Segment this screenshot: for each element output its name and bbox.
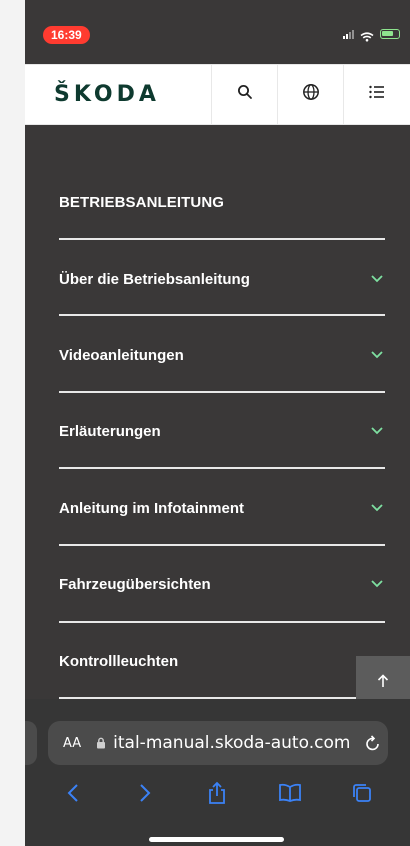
- back-button[interactable]: [53, 775, 93, 815]
- status-bar: 16:39: [25, 0, 410, 64]
- arrow-up-icon: [377, 673, 389, 693]
- menu-item-label: Fahrzeugübersichten: [59, 575, 211, 593]
- menu-item-label: Videoanleitungen: [59, 346, 184, 364]
- skoda-logo[interactable]: ŠKODA: [25, 65, 211, 124]
- url-text: ital-manual.skoda-auto.com: [113, 733, 351, 753]
- tabs-icon: [351, 782, 373, 809]
- previous-tab-edge[interactable]: [25, 721, 37, 765]
- menu-item-label: Anleitung im Infotainment: [59, 499, 244, 517]
- book-icon: [278, 783, 302, 808]
- divider: [59, 467, 385, 469]
- chevron-right-icon: [139, 783, 151, 808]
- search-button[interactable]: [211, 65, 277, 124]
- tabs-button[interactable]: [342, 775, 382, 815]
- menu-button[interactable]: [343, 65, 410, 124]
- search-icon: [237, 84, 253, 105]
- share-button[interactable]: [197, 775, 237, 815]
- chevron-down-icon: [369, 423, 385, 439]
- divider: [59, 621, 385, 623]
- menu-item-kontrollleuchten[interactable]: Kontrollleuchten: [59, 635, 385, 687]
- menu-item-ueber-die-betriebsanleitung[interactable]: Über die Betriebsanleitung: [59, 253, 385, 305]
- lock-icon: [95, 737, 107, 749]
- status-time: 16:39: [43, 26, 90, 44]
- home-indicator[interactable]: [149, 837, 284, 842]
- divider: [59, 544, 385, 546]
- menu-item-fahrzeuguebersichten[interactable]: Fahrzeugübersichten: [59, 558, 385, 610]
- menu-item-erlaeuterungen[interactable]: Erläuterungen: [59, 405, 385, 457]
- wifi-icon: [360, 29, 374, 42]
- menu-item-label: Kontrollleuchten: [59, 652, 179, 670]
- share-icon: [207, 781, 227, 810]
- language-button[interactable]: [277, 65, 343, 124]
- globe-icon: [302, 83, 320, 106]
- chevron-left-icon: [67, 783, 79, 808]
- chevron-down-icon: [369, 271, 385, 287]
- menu-item-label: Über die Betriebsanleitung: [59, 270, 250, 288]
- battery-icon: [380, 29, 400, 39]
- address-bar[interactable]: AA ital-manual.skoda-auto.com: [48, 721, 388, 765]
- divider: [59, 238, 385, 240]
- logo-text: ŠKODA: [54, 82, 160, 107]
- divider: [59, 391, 385, 393]
- menu-item-label: Erläuterungen: [59, 422, 161, 440]
- phone-screen: 16:39 ŠKODA BETRIEBSANLEITUNG Über die B…: [25, 0, 410, 846]
- bookmarks-button[interactable]: [270, 775, 310, 815]
- site-header: ŠKODA: [25, 64, 410, 125]
- divider: [59, 314, 385, 316]
- cellular-signal-icon: [343, 29, 354, 39]
- menu-item-anleitung-im-infotainment[interactable]: Anleitung im Infotainment: [59, 482, 385, 534]
- manual-navigation: BETRIEBSANLEITUNG Über die Betriebsanlei…: [25, 125, 410, 699]
- menu-item-videoanleitungen[interactable]: Videoanleitungen: [59, 329, 385, 381]
- reload-icon[interactable]: [362, 732, 384, 754]
- list-menu-icon: [368, 84, 386, 105]
- chevron-down-icon: [369, 347, 385, 363]
- status-icons: [343, 29, 400, 42]
- text-size-button[interactable]: AA: [63, 736, 81, 751]
- section-title: BETRIEBSANLEITUNG: [59, 194, 225, 211]
- chevron-down-icon: [369, 576, 385, 592]
- browser-toolbar: [25, 771, 410, 819]
- forward-button[interactable]: [125, 775, 165, 815]
- chevron-down-icon: [369, 500, 385, 516]
- safari-browser-bar: AA ital-manual.skoda-auto.com: [25, 699, 410, 846]
